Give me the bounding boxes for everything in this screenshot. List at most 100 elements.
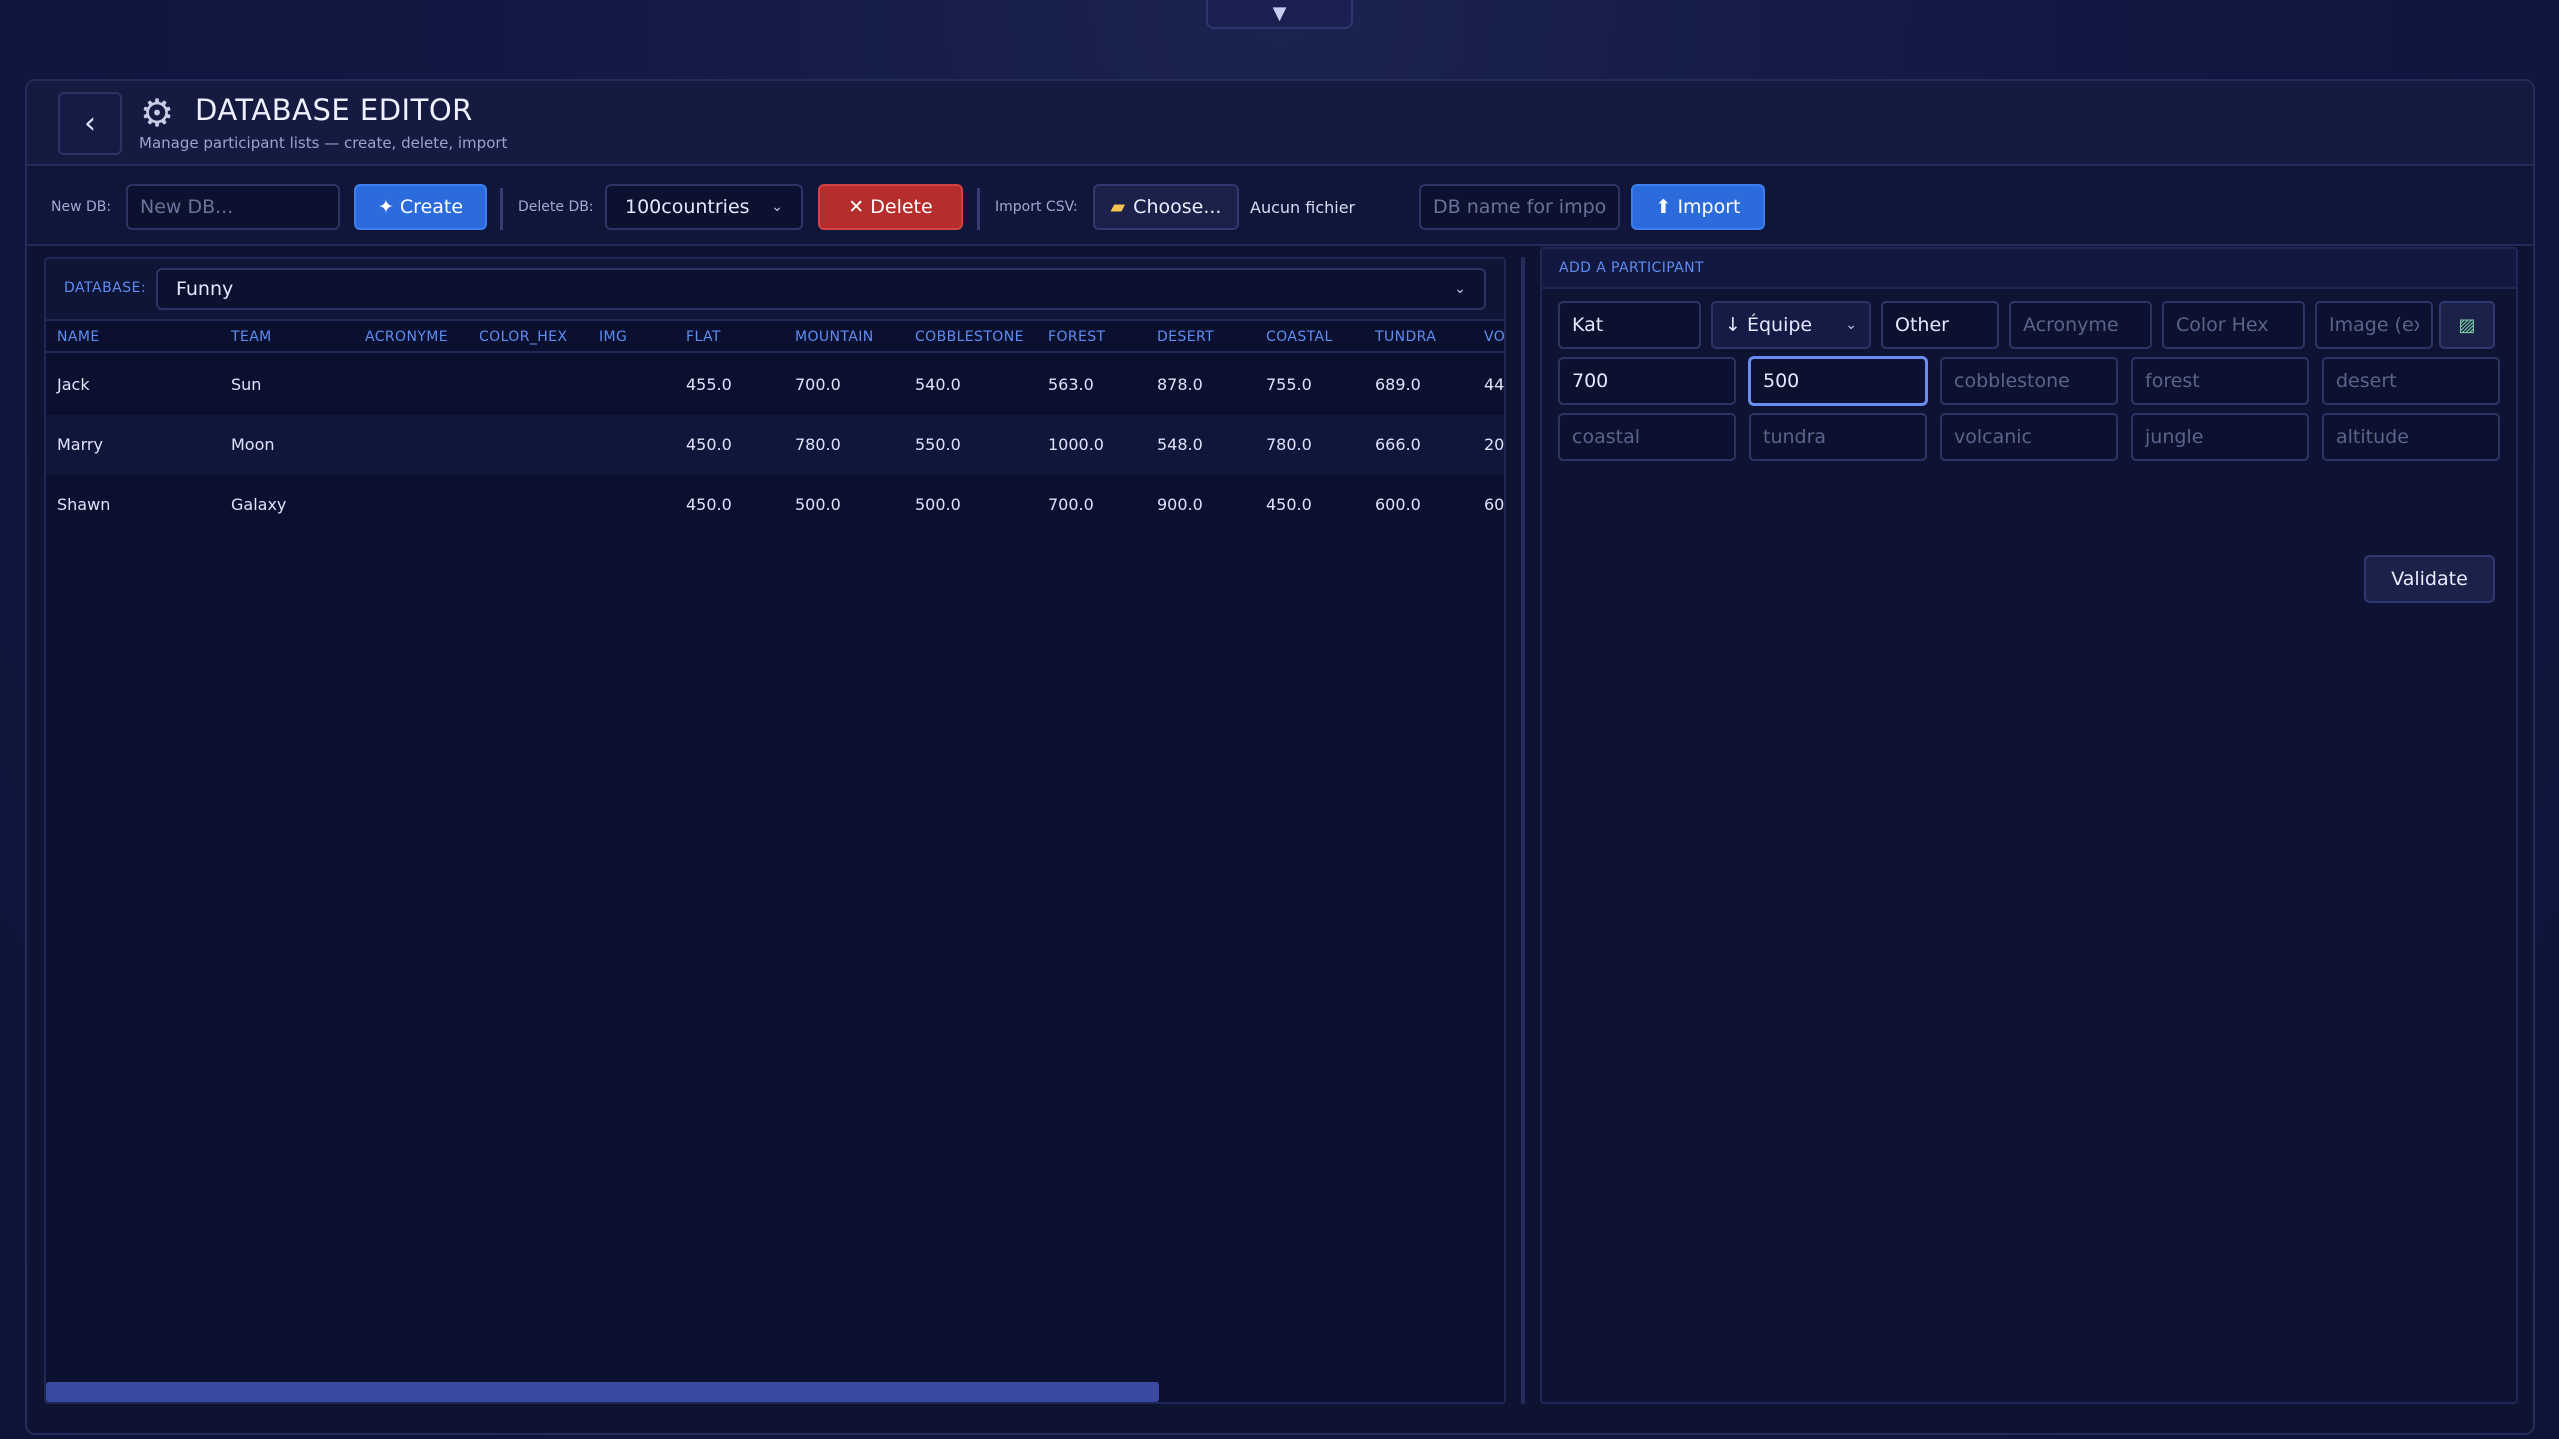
scrollbar-thumb[interactable] [46, 1382, 1159, 1402]
cell-flat: 455.0 [686, 375, 732, 394]
cell-cobblestone: 550.0 [915, 435, 961, 454]
cell-volcanic: 60 [1484, 495, 1505, 514]
choose-file-label: Choose... [1133, 196, 1222, 218]
pane-resizer[interactable] [1521, 257, 1525, 1404]
no-file-text: Aucun fichier [1250, 197, 1356, 217]
page-title: DATABASE EDITOR [195, 93, 473, 127]
column-header[interactable]: FLAT [686, 329, 721, 345]
import-button[interactable]: ⬆ Import [1631, 184, 1765, 230]
cell-flat: 450.0 [686, 435, 732, 454]
database-select[interactable]: Funny ⌄ [156, 268, 1486, 310]
desert-input[interactable] [2322, 357, 2500, 405]
cell-tundra: 600.0 [1375, 495, 1421, 514]
cell-volcanic: 20 [1484, 435, 1505, 454]
toolbar: New DB: ✦ Create Delete DB: 100countries… [27, 168, 2533, 246]
column-header[interactable]: MOUNTAIN [795, 329, 874, 345]
chevron-left-icon: ‹ [84, 106, 96, 141]
team-select[interactable]: ↓ Équipe ⌄ [1711, 301, 1871, 349]
color-hex-input[interactable] [2162, 301, 2305, 349]
database-editor-panel: ‹ ⚙ DATABASE EDITOR Manage participant l… [25, 79, 2535, 1435]
mountain-input[interactable] [1749, 357, 1927, 405]
cell-name: Marry [57, 435, 103, 454]
cell-coastal: 755.0 [1266, 375, 1312, 394]
column-header[interactable]: IMG [599, 329, 627, 345]
coastal-input[interactable] [1558, 413, 1736, 461]
cell-volcanic: 44 [1484, 375, 1505, 394]
caret-down-icon: ▼ [1272, 3, 1287, 24]
tundra-input[interactable] [1749, 413, 1927, 461]
volcanic-input[interactable] [1940, 413, 2118, 461]
new-db-input[interactable] [126, 184, 340, 230]
acronyme-input[interactable] [2009, 301, 2152, 349]
jungle-input[interactable] [2131, 413, 2309, 461]
column-header[interactable]: COASTAL [1266, 329, 1333, 345]
forest-input[interactable] [2131, 357, 2309, 405]
column-header[interactable]: VO [1484, 329, 1504, 345]
participants-table-pane: DATABASE: Funny ⌄ NAME TEAM ACRONYME COL… [44, 257, 1506, 1404]
cobblestone-input[interactable] [1940, 357, 2118, 405]
chevron-down-icon: ⌄ [771, 199, 783, 215]
column-header[interactable]: COBBLESTONE [915, 329, 1024, 345]
toolbar-divider [500, 188, 503, 230]
cell-desert: 900.0 [1157, 495, 1203, 514]
cell-mountain: 500.0 [795, 495, 841, 514]
create-button[interactable]: ✦ Create [354, 184, 487, 230]
cell-name: Jack [57, 375, 90, 394]
back-button[interactable]: ‹ [58, 92, 122, 155]
db-import-name-input[interactable] [1419, 184, 1620, 230]
header: ‹ ⚙ DATABASE EDITOR Manage participant l… [27, 81, 2533, 166]
name-input[interactable] [1558, 301, 1701, 349]
delete-db-select[interactable]: 100countries ⌄ [605, 184, 803, 230]
team-select-label: ↓ Équipe [1725, 314, 1813, 336]
cell-team: Galaxy [231, 495, 287, 514]
horizontal-scrollbar[interactable] [46, 1382, 1504, 1402]
add-participant-pane: ADD A PARTICIPANT ↓ Équipe ⌄ ▨ Validate [1540, 247, 2518, 1404]
cell-mountain: 700.0 [795, 375, 841, 394]
cell-team: Sun [231, 375, 262, 394]
validate-button[interactable]: Validate [2364, 555, 2495, 603]
cell-forest: 1000.0 [1048, 435, 1104, 454]
new-db-label: New DB: [51, 199, 112, 215]
cell-desert: 878.0 [1157, 375, 1203, 394]
cell-cobblestone: 500.0 [915, 495, 961, 514]
chevron-down-icon: ⌄ [1845, 317, 1857, 333]
delete-button[interactable]: ✕ Delete [818, 184, 963, 230]
table-row[interactable]: Jack Sun 455.0 700.0 540.0 563.0 878.0 7… [46, 355, 1504, 415]
delete-db-selected-value: 100countries [625, 196, 750, 218]
folder-icon: ▰ [1110, 196, 1126, 218]
import-csv-label: Import CSV: [995, 199, 1078, 215]
image-picker-button[interactable]: ▨ [2439, 301, 2495, 349]
chevron-down-icon: ⌄ [1454, 281, 1466, 297]
cell-team: Moon [231, 435, 275, 454]
cell-desert: 548.0 [1157, 435, 1203, 454]
cell-forest: 563.0 [1048, 375, 1094, 394]
image-input[interactable] [2315, 301, 2433, 349]
cell-tundra: 666.0 [1375, 435, 1421, 454]
column-header[interactable]: DESERT [1157, 329, 1214, 345]
page-subtitle: Manage participant lists — create, delet… [139, 134, 508, 152]
cell-coastal: 780.0 [1266, 435, 1312, 454]
column-header[interactable]: COLOR_HEX [479, 329, 567, 345]
table-row[interactable]: Shawn Galaxy 450.0 500.0 500.0 700.0 900… [46, 475, 1504, 535]
toolbar-divider [977, 188, 980, 230]
column-header[interactable]: FOREST [1048, 329, 1105, 345]
delete-db-label: Delete DB: [518, 199, 594, 215]
column-header[interactable]: TUNDRA [1375, 329, 1436, 345]
table-row[interactable]: Marry Moon 450.0 780.0 550.0 1000.0 548.… [46, 415, 1504, 475]
altitude-input[interactable] [2322, 413, 2500, 461]
choose-file-button[interactable]: ▰ Choose... [1093, 184, 1239, 230]
table-header: NAME TEAM ACRONYME COLOR_HEX IMG FLAT MO… [46, 321, 1504, 353]
top-toggle-button[interactable]: ▼ [1206, 0, 1353, 29]
database-selector-row: DATABASE: Funny ⌄ [46, 259, 1504, 321]
column-header[interactable]: ACRONYME [365, 329, 448, 345]
database-selected-value: Funny [176, 278, 234, 300]
column-header[interactable]: TEAM [231, 329, 272, 345]
flat-input[interactable] [1558, 357, 1736, 405]
other-team-input[interactable] [1881, 301, 1999, 349]
cell-coastal: 450.0 [1266, 495, 1312, 514]
cell-flat: 450.0 [686, 495, 732, 514]
cell-forest: 700.0 [1048, 495, 1094, 514]
cell-tundra: 689.0 [1375, 375, 1421, 394]
column-header[interactable]: NAME [57, 329, 100, 345]
database-label: DATABASE: [64, 280, 147, 296]
